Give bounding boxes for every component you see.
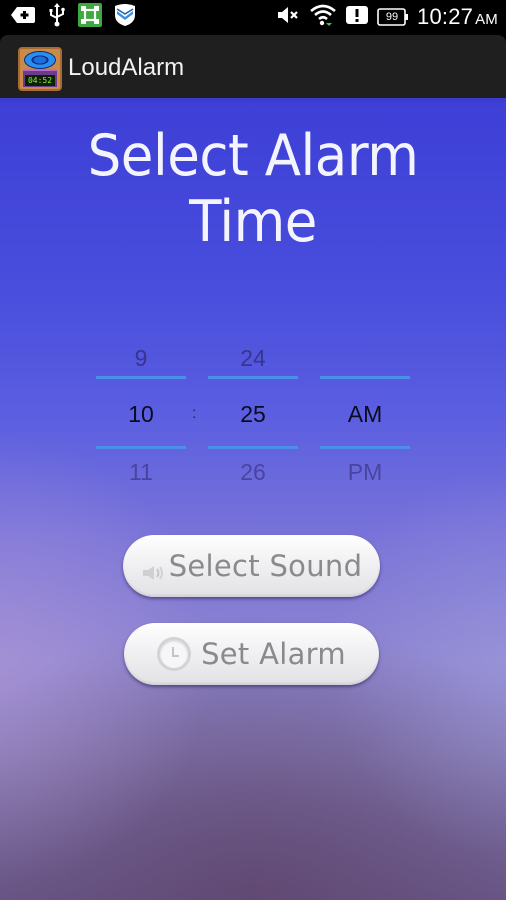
minute-spinner[interactable]: 24 25 26 — [208, 331, 298, 491]
ampm-next[interactable]: PM — [320, 459, 410, 486]
clock: 10:27 AM — [417, 4, 498, 30]
usb-icon — [48, 2, 66, 32]
hour-spinner[interactable]: 9 10 11 — [96, 331, 186, 491]
time-picker: 9 10 11 : 24 25 26 AM PM — [0, 331, 506, 491]
divider — [208, 376, 298, 379]
speaker-disc-graphic — [24, 51, 56, 69]
minute-prev[interactable]: 24 — [208, 345, 298, 372]
select-sound-label: Select Sound — [168, 549, 363, 583]
hour-next[interactable]: 11 — [96, 459, 186, 486]
divider — [208, 446, 298, 449]
minute-next[interactable]: 26 — [208, 459, 298, 486]
volume-muted-icon — [277, 5, 301, 30]
action-bar: 04:52 LoudAlarm — [0, 35, 506, 101]
wifi-icon — [309, 4, 337, 31]
ampm-spinner[interactable]: AM PM — [320, 331, 410, 491]
divider — [320, 446, 410, 449]
divider — [320, 376, 410, 379]
set-alarm-button[interactable]: Set Alarm — [124, 623, 379, 685]
battery-icon: 99 — [377, 7, 409, 27]
clock-ampm: AM — [475, 11, 498, 28]
clock-icon — [157, 637, 192, 671]
divider — [96, 376, 186, 379]
hour-prev[interactable]: 9 — [96, 345, 186, 372]
select-sound-button[interactable]: Select Sound — [123, 535, 380, 597]
hour-current[interactable]: 10 — [96, 401, 186, 428]
app-title: LoudAlarm — [68, 54, 185, 81]
main-content: Select Alarm Time 9 10 11 : 24 25 26 AM … — [0, 101, 506, 900]
page-title: Select Alarm Time — [87, 123, 419, 255]
add-notification-icon — [10, 5, 36, 30]
shield-icon — [114, 3, 136, 32]
speaker-icon — [141, 556, 167, 580]
app-notification-icon — [78, 2, 102, 32]
status-bar: 99 10:27 AM — [0, 0, 506, 35]
alert-icon — [345, 5, 369, 30]
battery-level: 99 — [385, 11, 399, 23]
set-alarm-label: Set Alarm — [201, 637, 346, 671]
ampm-current[interactable]: AM — [320, 401, 410, 428]
time-separator: : — [192, 405, 197, 422]
minute-current[interactable]: 25 — [208, 401, 298, 428]
divider — [96, 446, 186, 449]
app-icon-clock: 04:52 — [25, 75, 55, 86]
app-icon[interactable]: 04:52 — [18, 47, 62, 91]
clock-time: 10:27 — [417, 4, 474, 29]
